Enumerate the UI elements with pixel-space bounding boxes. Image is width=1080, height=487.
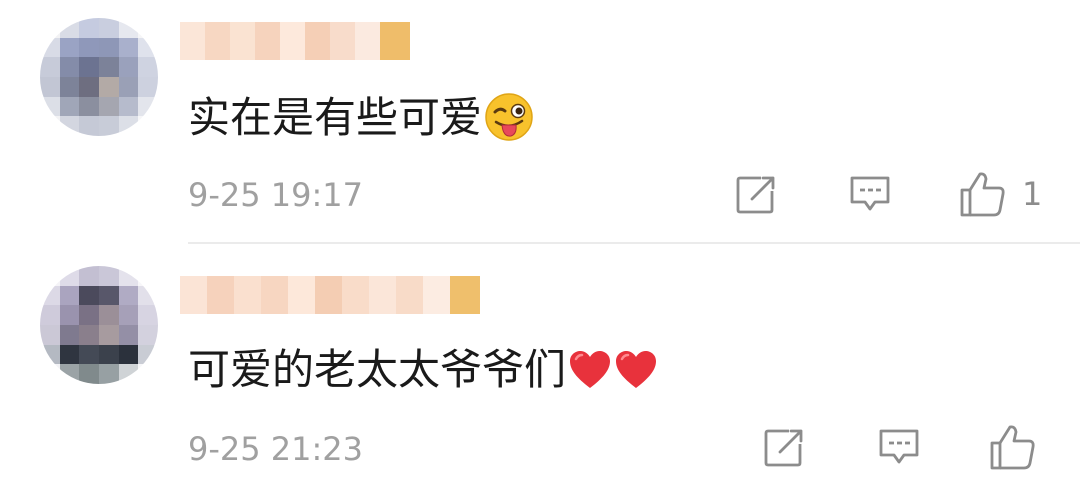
comment-item: 实在是有些可爱 9-25 19:17 1 [0, 0, 1080, 244]
reply-button[interactable] [848, 174, 892, 214]
like-icon [990, 425, 1035, 470]
reply-icon [879, 429, 919, 464]
share-icon [736, 176, 775, 214]
like-button[interactable] [988, 423, 1052, 471]
reply-icon [850, 176, 890, 211]
user-badge-icon [450, 276, 480, 314]
avatar[interactable] [40, 266, 158, 384]
share-icon [764, 429, 803, 467]
share-button[interactable] [763, 428, 805, 468]
user-badge-icon [380, 22, 410, 60]
like-count: 1 [1022, 175, 1043, 213]
winking-tongue-emoji-icon [484, 92, 534, 142]
avatar[interactable] [40, 18, 158, 136]
comment-timestamp: 9-25 19:17 [188, 176, 364, 214]
username-blurred[interactable] [180, 22, 410, 60]
like-button[interactable]: 1 [958, 170, 1042, 218]
comment-text: 可爱的老太太爷爷们 [188, 345, 658, 401]
red-heart-emoji-icon [614, 350, 658, 401]
share-button[interactable] [735, 175, 777, 215]
reply-button[interactable] [877, 427, 921, 467]
comment-timestamp: 9-25 21:23 [188, 430, 364, 468]
red-heart-emoji-icon [568, 350, 612, 401]
comment-item: 可爱的老太太爷爷们 9-25 21:23 [0, 244, 1080, 487]
like-icon [960, 172, 1005, 217]
username-blurred[interactable] [180, 276, 480, 314]
comment-list: 实在是有些可爱 9-25 19:17 1 可爱的老太太爷爷们 9-25 21:2… [0, 0, 1080, 487]
comment-text: 实在是有些可爱 [188, 92, 534, 143]
